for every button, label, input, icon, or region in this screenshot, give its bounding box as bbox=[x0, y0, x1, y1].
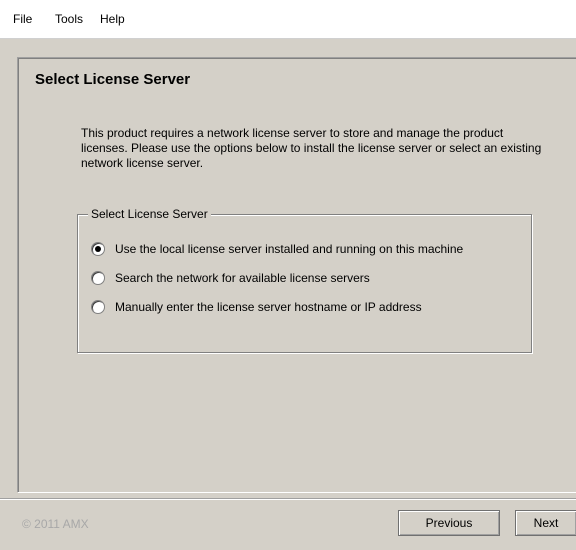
page-description: This product requires a network license … bbox=[81, 126, 542, 170]
menu-file[interactable]: File bbox=[11, 12, 34, 26]
wizard-window: File Tools Help Select License Server Th… bbox=[0, 0, 576, 550]
groupbox-legend: Select License Server bbox=[88, 207, 211, 221]
copyright-text: © 2011 AMX bbox=[22, 517, 89, 531]
radio-label: Search the network for available license… bbox=[115, 271, 370, 285]
radio-label: Manually enter the license server hostna… bbox=[115, 300, 422, 314]
page-title: Select License Server bbox=[35, 71, 191, 88]
menu-help[interactable]: Help bbox=[98, 12, 127, 26]
radio-button[interactable] bbox=[91, 271, 105, 285]
footer-separator bbox=[0, 498, 576, 500]
radio-label: Use the local license server installed a… bbox=[115, 242, 464, 256]
menu-tools[interactable]: Tools bbox=[53, 12, 85, 26]
previous-button[interactable]: Previous bbox=[398, 510, 500, 536]
next-button[interactable]: Next bbox=[515, 510, 576, 536]
radio-button[interactable] bbox=[91, 300, 105, 314]
radio-option-search-network[interactable]: Search the network for available license… bbox=[91, 270, 370, 286]
radio-button[interactable] bbox=[91, 242, 105, 256]
radio-option-local-server[interactable]: Use the local license server installed a… bbox=[91, 241, 463, 257]
menu-bar: File Tools Help bbox=[0, 0, 576, 39]
radio-option-manual-entry[interactable]: Manually enter the license server hostna… bbox=[91, 299, 422, 315]
